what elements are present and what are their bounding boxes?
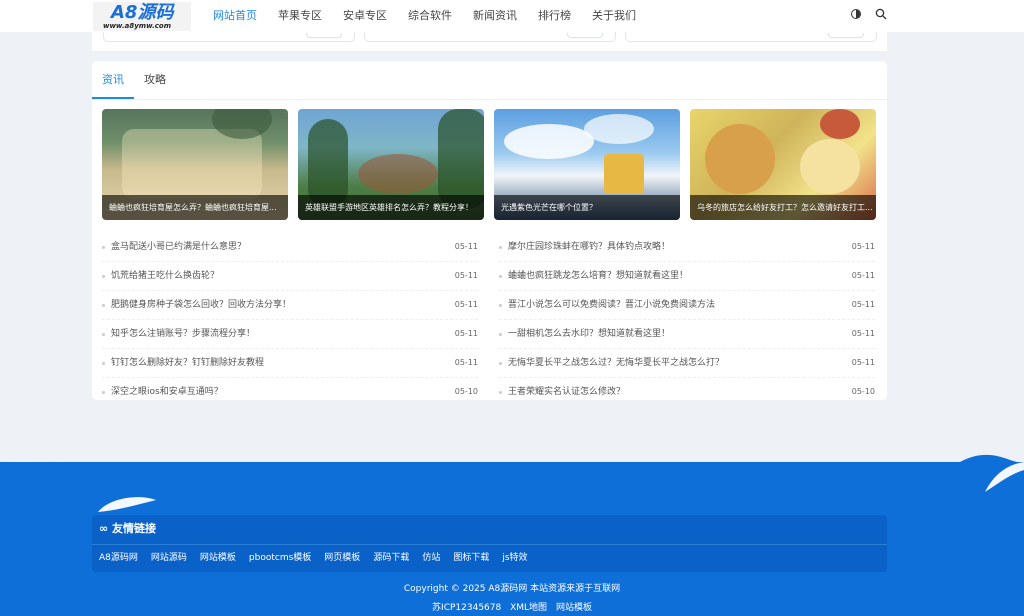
list-item[interactable]: 深空之眼ios和安卓互通吗？ 05-10	[102, 378, 478, 406]
nav-item-about[interactable]: 关于我们	[592, 0, 636, 32]
featured-card[interactable]: 乌冬的旅店怎么给好友打工？怎么邀请好友打工...	[690, 109, 876, 220]
list-item-date: 05-10	[851, 387, 875, 396]
nav-item-news[interactable]: 新闻资讯	[473, 0, 517, 32]
list-item-date: 05-11	[851, 329, 875, 338]
list-item-title: 饥荒给猪王吃什么换齿轮？	[111, 271, 220, 281]
icp-link[interactable]: 苏ICP12345678	[432, 603, 501, 613]
friend-link[interactable]: 网页模板	[324, 545, 360, 572]
nav-item-apple[interactable]: 苹果专区	[278, 0, 322, 32]
list-item[interactable]: 钉钉怎么删除好友？钉钉删除好友教程 05-11	[102, 349, 478, 378]
logo-text: A8源码	[111, 2, 174, 23]
list-item-date: 05-11	[851, 271, 875, 280]
list-item-title: 盒马配送小哥已约满是什么意思？	[111, 242, 247, 252]
list-item-date: 05-11	[851, 358, 875, 367]
tab-news[interactable]: 资讯	[92, 61, 134, 99]
news-panel: 资讯 攻略 蛐蛐也疯狂培育屋怎么弄？蛐蛐也疯狂培育屋... 英雄联盟手游地区英雄…	[92, 61, 887, 400]
list-item[interactable]: 肥鹅健身房种子袋怎么回收？回收方法分享！ 05-11	[102, 291, 478, 320]
list-item[interactable]: 无悔华夏长平之战怎么过？无悔华夏长平之战怎么打？ 05-11	[499, 349, 875, 378]
tab-guides[interactable]: 攻略	[144, 61, 166, 98]
nav-item-home[interactable]: 网站首页	[213, 0, 257, 32]
friend-link[interactable]: 网站源码	[151, 545, 187, 572]
logo-url: www.a8ymw.com	[103, 22, 171, 30]
download-button[interactable]	[828, 33, 864, 38]
app-card[interactable]	[364, 32, 616, 42]
footer-links: 苏ICP12345678 XML地图 网站模板	[0, 601, 1024, 615]
list-item-date: 05-11	[851, 300, 875, 309]
featured-card[interactable]: 英雄联盟手游地区英雄排名怎么弄？教程分享！	[298, 109, 484, 220]
list-item-title: 知乎怎么注销账号？步骤流程分享！	[111, 329, 256, 339]
list-item-title: 王者荣耀实名认证怎么修改？	[508, 387, 626, 397]
friend-link[interactable]: 仿站	[422, 545, 440, 572]
list-item-date: 05-11	[851, 242, 875, 251]
site-logo[interactable]: A8源码 www.a8ymw.com	[93, 2, 191, 31]
app-card[interactable]	[625, 32, 877, 42]
list-item-title: 深空之眼ios和安卓互通吗？	[111, 387, 223, 397]
friend-link[interactable]: pbootcms模板	[249, 545, 311, 572]
contrast-icon[interactable]	[851, 9, 861, 19]
friend-link[interactable]: 图标下载	[453, 545, 489, 572]
friend-link[interactable]: A8源码网	[99, 545, 138, 572]
list-item[interactable]: 蛐蛐也疯狂跳龙怎么培育？想知道就看这里！ 05-11	[499, 262, 875, 291]
friend-link[interactable]: 网站模板	[200, 545, 236, 572]
list-item-title: 一甜相机怎么去水印？想知道就看这里！	[508, 329, 671, 339]
featured-card[interactable]: 光遇紫色光芒在哪个位置？	[494, 109, 680, 220]
list-item[interactable]: 一甜相机怎么去水印？想知道就看这里！ 05-11	[499, 320, 875, 349]
app-card[interactable]	[103, 32, 355, 42]
nav-item-ranking[interactable]: 排行榜	[538, 0, 571, 32]
templates-link[interactable]: 网站模板	[556, 603, 592, 613]
news-list-right: 摩尔庄园珍珠蚌在哪钓？具体钓点攻略！ 05-11 蛐蛐也疯狂跳龙怎么培育？想知道就…	[499, 233, 875, 406]
nav-item-android[interactable]: 安卓专区	[343, 0, 387, 32]
featured-caption: 蛐蛐也疯狂培育屋怎么弄？蛐蛐也疯狂培育屋...	[102, 195, 288, 220]
friend-links-title: ∞ 友情链接	[99, 522, 156, 535]
list-item-title: 无悔华夏长平之战怎么过？无悔华夏长平之战怎么打？	[508, 358, 725, 368]
list-item[interactable]: 饥荒给猪王吃什么换齿轮？ 05-11	[102, 262, 478, 291]
news-tabs: 资讯 攻略	[92, 61, 887, 100]
list-item-title: 钉钉怎么删除好友？钉钉删除好友教程	[111, 358, 265, 368]
list-item-title: 晋江小说怎么可以免费阅读？晋江小说免费阅读方法	[508, 300, 716, 310]
list-item[interactable]: 盒马配送小哥已约满是什么意思？ 05-11	[102, 233, 478, 262]
list-item[interactable]: 晋江小说怎么可以免费阅读？晋江小说免费阅读方法 05-11	[499, 291, 875, 320]
download-button[interactable]	[306, 33, 342, 38]
featured-caption: 英雄联盟手游地区英雄排名怎么弄？教程分享！	[298, 195, 484, 220]
list-item-date: 05-11	[454, 242, 478, 251]
featured-card[interactable]: 蛐蛐也疯狂培育屋怎么弄？蛐蛐也疯狂培育屋...	[102, 109, 288, 220]
list-item-date: 05-11	[454, 329, 478, 338]
download-button[interactable]	[567, 33, 603, 38]
friend-links-box: ∞ 友情链接 A8源码网 网站源码 网站模板 pbootcms模板 网页模板 源…	[92, 515, 887, 572]
nav-item-software[interactable]: 综合软件	[408, 0, 452, 32]
featured-caption: 乌冬的旅店怎么给好友打工？怎么邀请好友打工...	[690, 195, 876, 220]
friend-link[interactable]: 源码下载	[373, 545, 409, 572]
main-nav: 网站首页 苹果专区 安卓专区 综合软件 新闻资讯 排行榜 关于我们	[213, 0, 657, 32]
list-item[interactable]: 王者荣耀实名认证怎么修改？ 05-10	[499, 378, 875, 406]
news-list-left: 盒马配送小哥已约满是什么意思？ 05-11 饥荒给猪王吃什么换齿轮？ 05-11 肥…	[102, 233, 478, 406]
sitemap-link[interactable]: XML地图	[510, 603, 547, 613]
list-item-title: 摩尔庄园珍珠蚌在哪钓？具体钓点攻略！	[508, 242, 671, 252]
list-item-title: 肥鹅健身房种子袋怎么回收？回收方法分享！	[111, 300, 292, 310]
friend-links-list: A8源码网 网站源码 网站模板 pbootcms模板 网页模板 源码下载 仿站 …	[99, 545, 541, 572]
featured-caption: 光遇紫色光芒在哪个位置？	[494, 195, 680, 220]
list-item-title: 蛐蛐也疯狂跳龙怎么培育？想知道就看这里！	[508, 271, 689, 281]
site-header: A8源码 www.a8ymw.com 网站首页 苹果专区 安卓专区 综合软件 新…	[0, 0, 1024, 32]
list-item-date: 05-11	[454, 300, 478, 309]
search-icon[interactable]	[875, 8, 887, 20]
list-item-date: 05-11	[454, 358, 478, 367]
list-item-date: 05-11	[454, 271, 478, 280]
friend-link[interactable]: js特效	[502, 545, 527, 572]
list-item-date: 05-10	[454, 387, 478, 396]
list-item[interactable]: 摩尔庄园珍珠蚌在哪钓？具体钓点攻略！ 05-11	[499, 233, 875, 262]
copyright-text: Copyright © 2025 A8源码网 本站资源来源于互联网	[403, 584, 621, 594]
list-item[interactable]: 知乎怎么注销账号？步骤流程分享！ 05-11	[102, 320, 478, 349]
